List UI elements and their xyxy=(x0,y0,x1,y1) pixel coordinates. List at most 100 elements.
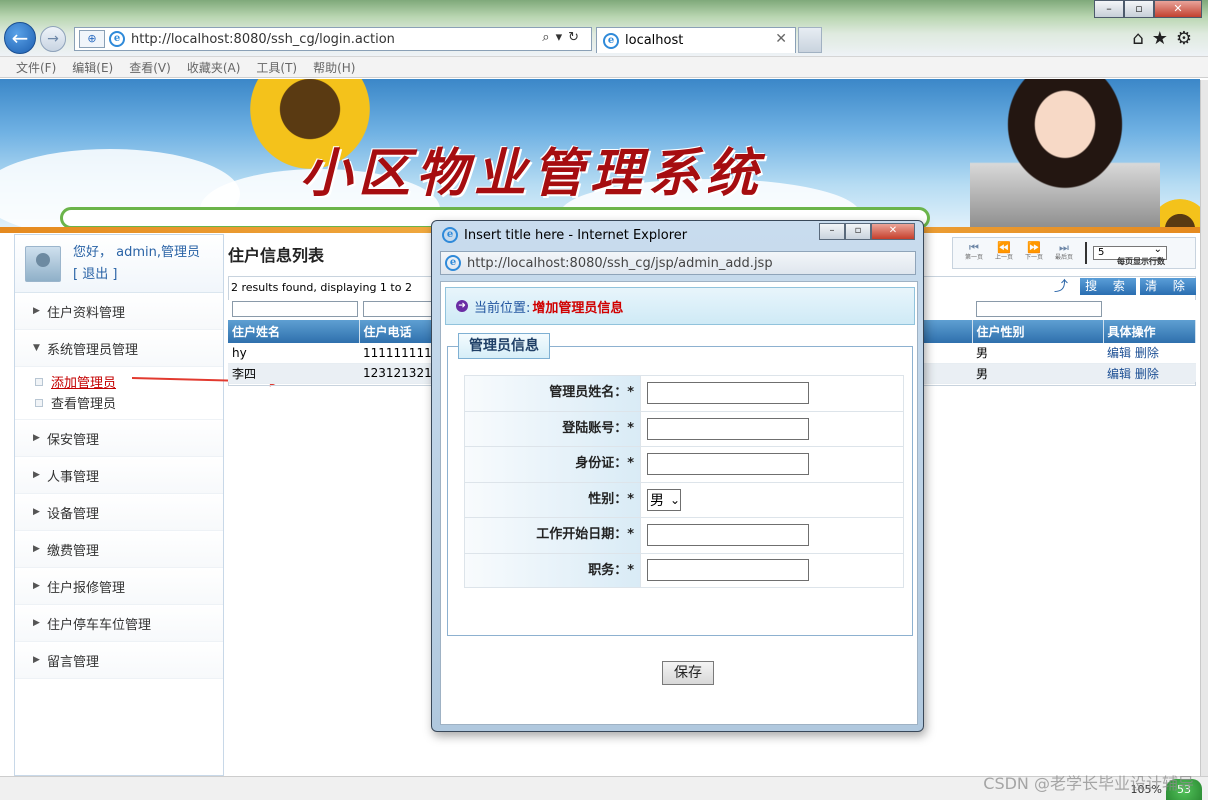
subitem-label[interactable]: 添加管理员 xyxy=(51,372,116,391)
menu-edit[interactable]: 编辑(E) xyxy=(72,59,113,76)
sidebar-item-equipment[interactable]: ▶ 设备管理 xyxy=(15,494,223,531)
edit-link[interactable]: 编辑 xyxy=(1107,346,1131,360)
sidebar-item-repair[interactable]: ▶ 住户报修管理 xyxy=(15,568,223,605)
breadcrumb: ➜ 当前位置: 增加管理员信息 xyxy=(445,287,915,325)
popup-close-button[interactable]: ✕ xyxy=(871,223,915,240)
banner-portrait-image xyxy=(970,79,1160,230)
logout-link[interactable]: [ 退出 ] xyxy=(73,264,200,286)
gender-select[interactable]: 男 ⌄ xyxy=(647,488,682,511)
browser-chrome: – ▫ ✕ ← → ⊕ e http://localhost:8080/ssh_… xyxy=(0,0,1208,56)
address-url[interactable]: http://localhost:8080/ssh_cg/login.actio… xyxy=(131,32,395,47)
back-arrow-icon: ← xyxy=(11,26,29,50)
sidebar-item-admin-management[interactable]: ▼ 系统管理员管理 xyxy=(15,330,223,367)
export-icon[interactable]: ⤴ xyxy=(1054,280,1072,294)
menu-favorites[interactable]: 收藏夹(A) xyxy=(187,59,241,76)
add-admin-popup-window: e Insert title here - Internet Explorer … xyxy=(431,220,924,732)
chevron-down-icon: ⌄ xyxy=(670,492,681,507)
page-scrollbar[interactable] xyxy=(1200,80,1208,780)
browser-tab[interactable]: e localhost ✕ xyxy=(596,27,796,53)
edit-link[interactable]: 编辑 xyxy=(1107,367,1131,381)
sidebar-item-label: 缴费管理 xyxy=(47,543,100,559)
admin-name-input[interactable] xyxy=(647,382,809,405)
popup-addr-ie-icon: e xyxy=(445,255,461,271)
search-refresh-icons[interactable]: ⌕▾↻ xyxy=(542,30,585,45)
form-row-gender: 性别：* 男 ⌄ xyxy=(464,481,904,517)
sidebar-item-label: 留言管理 xyxy=(47,654,100,670)
last-page-button[interactable]: ⏭ 最后页 xyxy=(1049,242,1079,263)
column-header[interactable]: 住户性别 xyxy=(972,320,1104,343)
popup-url[interactable]: http://localhost:8080/ssh_cg/jsp/admin_a… xyxy=(467,256,773,271)
filter-phone-input[interactable] xyxy=(363,301,433,317)
address-bar[interactable]: ⊕ e http://localhost:8080/ssh_cg/login.a… xyxy=(74,27,592,51)
sidebar-item-security[interactable]: ▶ 保安管理 xyxy=(15,420,223,457)
field-label: 工作开始日期：* xyxy=(465,518,641,553)
compat-view-icon[interactable]: ⊕ xyxy=(79,30,105,48)
first-page-label: 第一页 xyxy=(964,254,983,261)
save-button[interactable]: 保存 xyxy=(662,661,714,685)
menu-tools[interactable]: 工具(T) xyxy=(256,59,297,76)
favorites-star-icon[interactable]: ★ xyxy=(1152,28,1176,49)
position-input[interactable] xyxy=(647,559,809,582)
subitem-label[interactable]: 查看管理员 xyxy=(51,393,116,412)
filter-gender-input[interactable] xyxy=(976,301,1102,317)
menu-help[interactable]: 帮助(H) xyxy=(313,59,355,76)
login-account-input[interactable] xyxy=(647,417,809,440)
field-label: 职务：* xyxy=(465,553,641,587)
home-icon[interactable]: ⌂ xyxy=(1132,28,1151,49)
delete-link[interactable]: 删除 xyxy=(1135,367,1159,381)
popup-minimize-button[interactable]: – xyxy=(819,223,845,240)
minimize-button[interactable]: – xyxy=(1094,0,1124,18)
delete-link[interactable]: 删除 xyxy=(1135,346,1159,360)
sidebar-subitem-view-admin[interactable]: 查看管理员 xyxy=(15,392,223,413)
menu-file[interactable]: 文件(F) xyxy=(16,59,56,76)
tab-close-icon[interactable]: ✕ xyxy=(775,31,787,47)
page-title: 住户信息列表 xyxy=(228,246,325,265)
ie-page-icon: e xyxy=(109,31,125,47)
popup-address-bar[interactable]: e http://localhost:8080/ssh_cg/jsp/admin… xyxy=(440,251,916,275)
clear-button[interactable]: 清 除 xyxy=(1140,278,1196,295)
admin-info-fieldset: 管理员信息 管理员姓名：* 登陆账号：* 身份证：* 性别：* 男 ⌄ 工作开始… xyxy=(447,333,913,685)
avatar xyxy=(25,245,61,282)
popup-maximize-button[interactable]: ▫ xyxy=(845,223,871,240)
form-row-idcard: 身份证：* xyxy=(464,446,904,482)
header-banner: 小区物业管理系统 xyxy=(0,79,1200,230)
settings-gear-icon[interactable]: ⚙ xyxy=(1176,28,1200,49)
new-tab-button[interactable] xyxy=(798,27,822,53)
sidebar-item-resident-info[interactable]: ▶ 住户资料管理 xyxy=(15,293,223,330)
sidebar-item-label: 住户资料管理 xyxy=(47,305,126,321)
banner-title: 小区物业管理系统 xyxy=(300,143,765,204)
sidebar-item-parking[interactable]: ▶ 住户停车车位管理 xyxy=(15,605,223,642)
bullet-icon xyxy=(35,377,43,386)
maximize-button[interactable]: ▫ xyxy=(1124,0,1154,18)
form-row-start-date: 工作开始日期：* xyxy=(464,517,904,553)
sidebar-item-payment[interactable]: ▶ 缴费管理 xyxy=(15,531,223,568)
column-header[interactable]: 住户姓名 xyxy=(228,320,360,343)
column-header: 具体操作 xyxy=(1103,320,1196,343)
menu-view[interactable]: 查看(V) xyxy=(129,59,171,76)
prev-page-button[interactable]: ⏪ 上一页 xyxy=(989,242,1019,263)
sidebar-item-label: 系统管理员管理 xyxy=(47,342,139,358)
left-sidebar: 您好， admin,管理员 [ 退出 ] ▶ 住户资料管理 ▼ 系统管理员管理 … xyxy=(14,234,224,776)
sidebar-item-messages[interactable]: ▶ 留言管理 xyxy=(15,642,223,679)
tab-ie-icon: e xyxy=(603,32,619,49)
tab-title: localhost xyxy=(625,33,684,48)
next-page-button[interactable]: ⏩ 下一页 xyxy=(1019,242,1049,263)
forward-button[interactable]: → xyxy=(40,26,66,52)
table-actions: ⤴ 搜 索 清 除 xyxy=(1054,278,1196,295)
close-button[interactable]: ✕ xyxy=(1154,0,1202,18)
back-button[interactable]: ← xyxy=(4,22,36,54)
id-card-input[interactable] xyxy=(647,453,809,476)
filter-name-input[interactable] xyxy=(232,301,358,317)
popup-titlebar[interactable]: e Insert title here - Internet Explorer xyxy=(442,227,687,243)
popup-title: Insert title here - Internet Explorer xyxy=(464,227,688,243)
sidebar-subitem-add-admin[interactable]: 添加管理员 xyxy=(15,371,223,392)
sidebar-item-hr[interactable]: ▶ 人事管理 xyxy=(15,457,223,494)
start-date-input[interactable] xyxy=(647,524,809,547)
popup-ie-icon: e xyxy=(442,227,458,243)
location-current: 增加管理员信息 xyxy=(532,300,624,316)
popup-window-controls: – ▫ ✕ xyxy=(819,223,915,240)
sidebar-item-label: 住户停车车位管理 xyxy=(47,617,152,633)
search-button[interactable]: 搜 索 xyxy=(1080,278,1136,295)
first-page-button[interactable]: ⏮ 第一页 xyxy=(959,242,989,263)
toolbar-icons[interactable]: ⌂★⚙ xyxy=(1132,28,1200,49)
